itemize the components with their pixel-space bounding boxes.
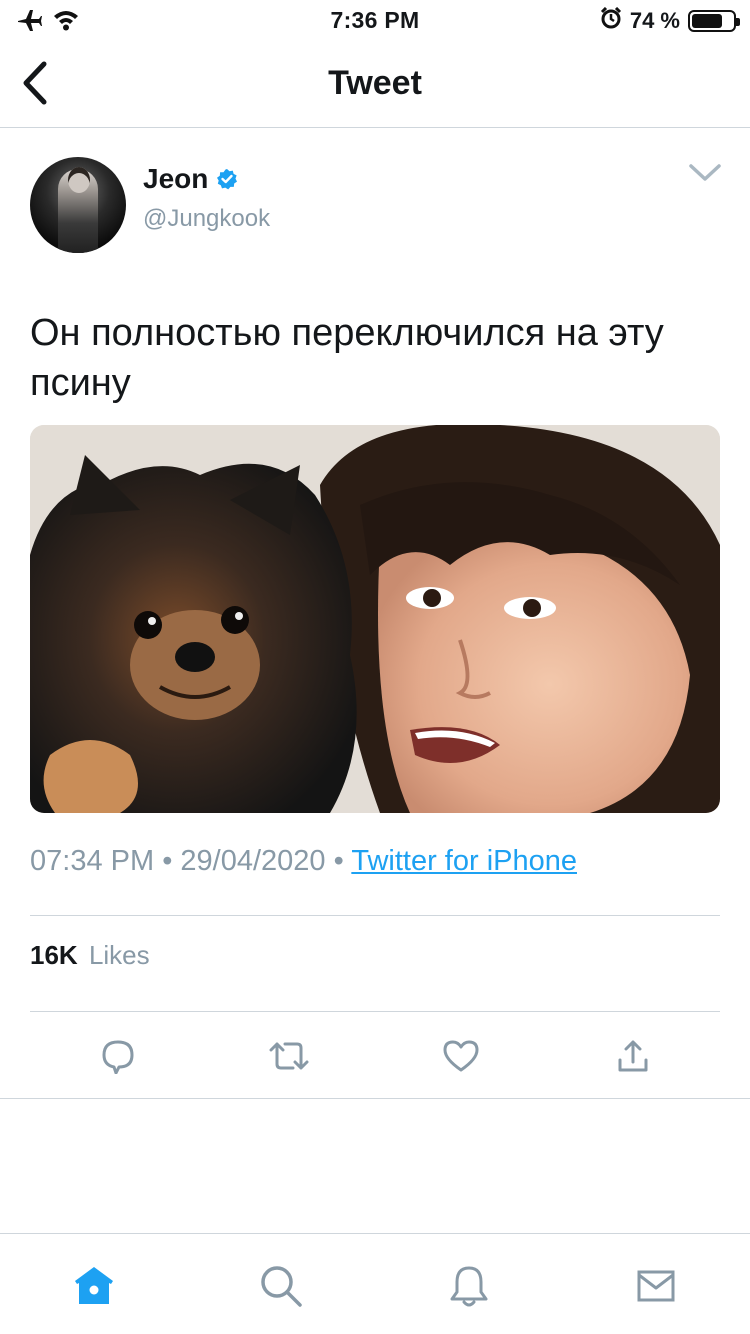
meta-separator: • (333, 845, 344, 877)
likes-label: Likes (88, 940, 150, 970)
author-name: Jeon (143, 163, 209, 194)
status-bar: 7:36 PM 74 % (0, 0, 750, 40)
reply-icon (102, 1040, 134, 1074)
tweet-actions (0, 1034, 750, 1078)
tweet-media-photo[interactable] (30, 425, 720, 813)
reply-button[interactable] (96, 1034, 140, 1078)
status-right: 74 % (600, 6, 740, 35)
search-icon (261, 1266, 302, 1307)
alarm-icon (600, 6, 622, 35)
page-title: Tweet (328, 64, 422, 102)
avatar[interactable] (30, 157, 126, 253)
likes-row[interactable]: 16K Likes (30, 940, 150, 971)
tab-search[interactable] (257, 1262, 305, 1310)
battery-fill (692, 14, 722, 28)
share-button[interactable] (611, 1034, 655, 1078)
tab-home[interactable] (70, 1262, 118, 1310)
tweet-text: Он полностью переключился на эту псину (30, 312, 664, 404)
battery-icon (688, 10, 740, 32)
photo-illustration (30, 425, 720, 813)
like-icon (443, 1040, 479, 1072)
retweet-icon (269, 1042, 309, 1070)
tweet-meta: 07:34 PM • 29/04/2020 • Twitter for iPho… (30, 845, 577, 878)
author-name-row[interactable]: Jeon (143, 163, 238, 195)
tweet-time: 07:34 PM (30, 845, 155, 877)
notifications-icon (450, 1266, 488, 1307)
retweet-button[interactable] (267, 1034, 311, 1078)
share-icon (618, 1040, 648, 1072)
battery-percent: 74 % (629, 8, 680, 33)
verified-badge-icon (217, 169, 238, 190)
meta-separator: • (162, 845, 173, 877)
divider (30, 915, 720, 916)
divider (0, 1098, 750, 1099)
likes-count: 16K (30, 940, 78, 970)
home-icon (75, 1267, 113, 1304)
divider (30, 1011, 720, 1012)
nav-bar: Tweet (0, 40, 750, 128)
tab-notifications[interactable] (445, 1262, 493, 1310)
author-handle[interactable]: @Jungkook (143, 205, 270, 233)
tab-bar (0, 1233, 750, 1334)
chevron-down-icon[interactable] (688, 160, 722, 186)
tweet-screen: 7:36 PM 74 % Tweet Jeon @Jungkook Он пол… (0, 0, 750, 1334)
like-button[interactable] (439, 1034, 483, 1078)
avatar-head (68, 167, 90, 193)
tweet-date: 29/04/2020 (180, 845, 326, 877)
messages-icon (637, 1270, 675, 1302)
tweet-source-link[interactable]: Twitter for iPhone (351, 845, 577, 877)
tab-messages[interactable] (632, 1262, 680, 1310)
